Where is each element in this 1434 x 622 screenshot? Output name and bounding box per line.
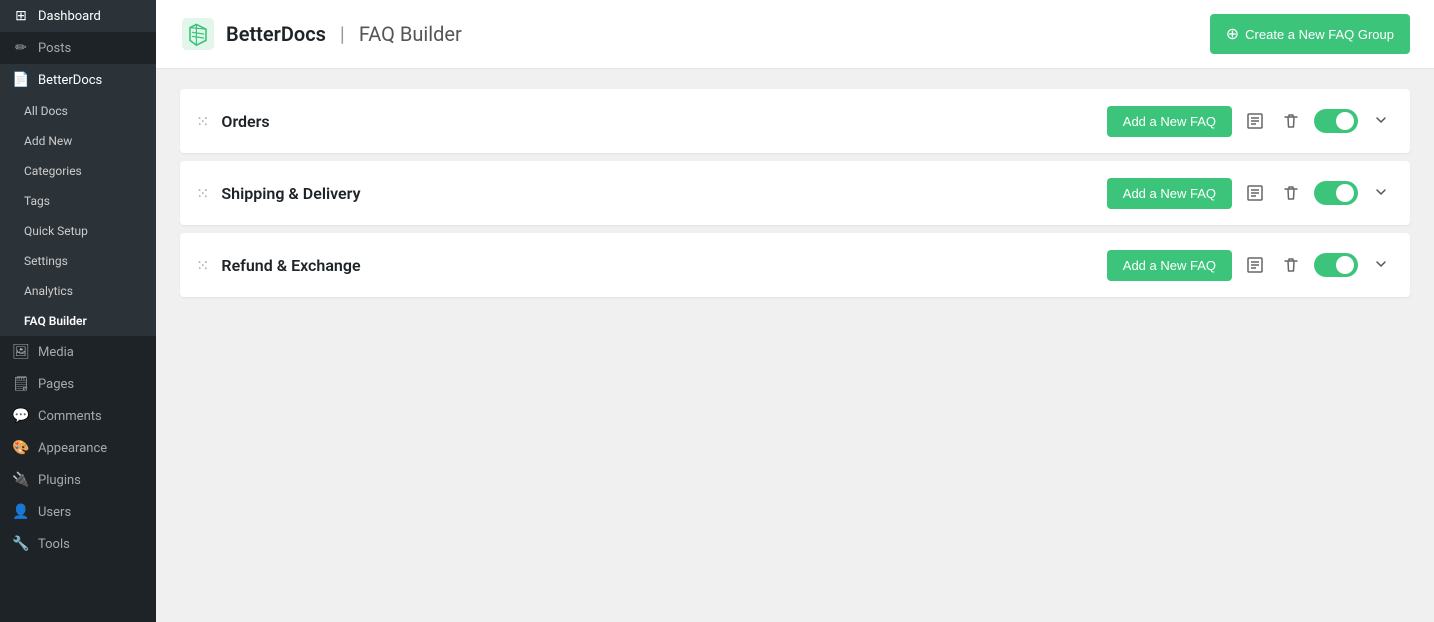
sidebar-item-analytics[interactable]: Analytics — [0, 276, 156, 306]
submenu-item-label: Settings — [24, 254, 68, 268]
sidebar-item-comments[interactable]: 💬 Comments — [0, 400, 156, 432]
expand-button-shipping[interactable] — [1368, 181, 1394, 206]
sidebar-item-dashboard[interactable]: ⊞ Dashboard — [0, 0, 156, 32]
submenu-item-label: Categories — [24, 164, 82, 178]
add-faq-btn-label: Add a New FAQ — [1123, 114, 1216, 129]
faq-group-shipping: ⁙ Shipping & Delivery Add a New FAQ — [180, 161, 1410, 225]
sidebar-item-appearance[interactable]: 🎨 Appearance — [0, 432, 156, 464]
sidebar-item-faq-builder[interactable]: FAQ Builder — [0, 306, 156, 336]
sidebar-item-label: Appearance — [38, 441, 107, 456]
sidebar-item-quick-setup[interactable]: Quick Setup — [0, 216, 156, 246]
header-separator: | — [340, 22, 345, 46]
sidebar-item-label: Users — [38, 505, 71, 520]
submenu-item-label: Quick Setup — [24, 224, 88, 238]
page-header: BetterDocs | FAQ Builder ⊕ Create a New … — [156, 0, 1434, 69]
page-title: BetterDocs — [226, 22, 326, 46]
add-faq-button-refund[interactable]: Add a New FAQ — [1107, 250, 1232, 281]
edit-icon-button-orders[interactable] — [1242, 108, 1268, 134]
media-icon: 🖼 — [12, 344, 30, 360]
plugins-icon: 🔌 — [12, 472, 30, 488]
posts-icon: ✏ — [12, 40, 30, 56]
add-faq-btn-label: Add a New FAQ — [1123, 258, 1216, 273]
drag-handle-icon[interactable]: ⁙ — [196, 184, 209, 203]
appearance-icon: 🎨 — [12, 440, 30, 456]
submenu-item-label: FAQ Builder — [24, 314, 87, 328]
sidebar-item-label: Posts — [38, 41, 71, 56]
sidebar-item-media[interactable]: 🖼 Media — [0, 336, 156, 368]
toggle-shipping[interactable] — [1314, 181, 1358, 205]
users-icon: 👤 — [12, 504, 30, 520]
group-name: Refund & Exchange — [221, 256, 1106, 275]
submenu-item-label: Tags — [24, 194, 50, 208]
sidebar-item-posts[interactable]: ✏ Posts — [0, 32, 156, 64]
header-left: BetterDocs | FAQ Builder — [180, 16, 462, 52]
delete-icon-button-orders[interactable] — [1278, 108, 1304, 134]
sidebar-item-settings[interactable]: Settings — [0, 246, 156, 276]
sidebar-item-label: Dashboard — [38, 9, 101, 24]
sidebar-item-plugins[interactable]: 🔌 Plugins — [0, 464, 156, 496]
create-faq-group-button[interactable]: ⊕ Create a New FAQ Group — [1210, 14, 1410, 54]
delete-icon-button-refund[interactable] — [1278, 252, 1304, 278]
expand-button-orders[interactable] — [1368, 109, 1394, 134]
group-name: Shipping & Delivery — [221, 184, 1106, 203]
dashboard-icon: ⊞ — [12, 8, 30, 24]
expand-button-refund[interactable] — [1368, 253, 1394, 278]
edit-icon-button-refund[interactable] — [1242, 252, 1268, 278]
betterdocs-submenu: All Docs Add New Categories Tags Quick S… — [0, 96, 156, 336]
content-area: ⁙ Orders Add a New FAQ — [156, 69, 1434, 622]
sidebar-item-label: Pages — [38, 377, 74, 392]
add-faq-button-orders[interactable]: Add a New FAQ — [1107, 106, 1232, 137]
sidebar-item-pages[interactable]: 🗒 Pages — [0, 368, 156, 400]
betterdocs-logo — [180, 16, 216, 52]
sidebar-item-tools[interactable]: 🔧 Tools — [0, 528, 156, 560]
sidebar-item-label: Comments — [38, 409, 102, 424]
create-btn-label: Create a New FAQ Group — [1245, 27, 1394, 42]
pages-icon: 🗒 — [12, 376, 30, 392]
sidebar-item-label: Media — [38, 345, 74, 360]
group-name: Orders — [221, 112, 1106, 131]
edit-icon-button-shipping[interactable] — [1242, 180, 1268, 206]
drag-handle-icon[interactable]: ⁙ — [196, 256, 209, 275]
group-actions: Add a New FAQ — [1107, 106, 1394, 137]
sidebar: ⊞ Dashboard ✏ Posts 📄 BetterDocs All Doc… — [0, 0, 156, 622]
betterdocs-icon: 📄 — [12, 72, 30, 88]
toggle-refund[interactable] — [1314, 253, 1358, 277]
submenu-item-label: Add New — [24, 134, 72, 148]
add-faq-btn-label: Add a New FAQ — [1123, 186, 1216, 201]
comments-icon: 💬 — [12, 408, 30, 424]
plus-icon: ⊕ — [1226, 24, 1239, 44]
sidebar-item-categories[interactable]: Categories — [0, 156, 156, 186]
sidebar-item-label: BetterDocs — [38, 73, 102, 88]
faq-group-orders: ⁙ Orders Add a New FAQ — [180, 89, 1410, 153]
group-actions: Add a New FAQ — [1107, 250, 1394, 281]
sidebar-item-add-new[interactable]: Add New — [0, 126, 156, 156]
submenu-item-label: Analytics — [24, 284, 73, 298]
drag-handle-icon[interactable]: ⁙ — [196, 112, 209, 131]
faq-group-refund: ⁙ Refund & Exchange Add a New FAQ — [180, 233, 1410, 297]
submenu-item-label: All Docs — [24, 104, 68, 118]
main-panel: BetterDocs | FAQ Builder ⊕ Create a New … — [156, 0, 1434, 622]
sidebar-item-label: Tools — [38, 537, 70, 552]
toggle-orders[interactable] — [1314, 109, 1358, 133]
sidebar-item-users[interactable]: 👤 Users — [0, 496, 156, 528]
page-subtitle: FAQ Builder — [359, 22, 462, 46]
add-faq-button-shipping[interactable]: Add a New FAQ — [1107, 178, 1232, 209]
sidebar-item-tags[interactable]: Tags — [0, 186, 156, 216]
sidebar-item-betterdocs[interactable]: 📄 BetterDocs — [0, 64, 156, 96]
sidebar-item-label: Plugins — [38, 473, 81, 488]
group-actions: Add a New FAQ — [1107, 178, 1394, 209]
delete-icon-button-shipping[interactable] — [1278, 180, 1304, 206]
sidebar-item-all-docs[interactable]: All Docs — [0, 96, 156, 126]
tools-icon: 🔧 — [12, 536, 30, 552]
